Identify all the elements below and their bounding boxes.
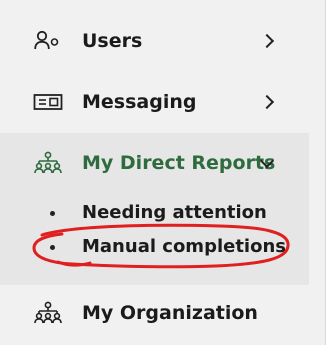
sidebar-item-my-direct-reports[interactable]: My Direct Reports xyxy=(0,133,309,193)
sidebar-item-users[interactable]: Users xyxy=(0,11,309,71)
org-hierarchy-icon xyxy=(33,301,63,325)
sidebar-item-label: Messaging xyxy=(82,91,197,113)
users-icon xyxy=(33,29,63,53)
subitem-label: Manual completions xyxy=(82,236,286,257)
direct-reports-section: My Direct Reports Needing attention Manu… xyxy=(0,133,309,285)
sidebar-item-my-organization[interactable]: My Organization xyxy=(0,283,309,343)
subitem-label: Needing attention xyxy=(82,202,267,223)
chevron-right-icon xyxy=(259,33,275,49)
sidebar-item-label: My Direct Reports xyxy=(82,152,276,174)
sidebar-item-messaging[interactable]: Messaging xyxy=(0,72,309,132)
subitem-manual-completions[interactable]: Manual completions xyxy=(0,232,309,262)
bullet-icon xyxy=(50,245,55,250)
sidebar-item-label: My Organization xyxy=(82,302,258,324)
sidebar-nav: Users Messaging My Direct Reports Needin… xyxy=(0,0,326,345)
messaging-icon xyxy=(33,90,63,114)
subitem-needing-attention[interactable]: Needing attention xyxy=(0,198,309,228)
sidebar-item-label: Users xyxy=(82,30,143,52)
org-hierarchy-icon xyxy=(33,151,63,175)
bullet-icon xyxy=(50,211,55,216)
chevron-right-icon xyxy=(259,94,275,110)
